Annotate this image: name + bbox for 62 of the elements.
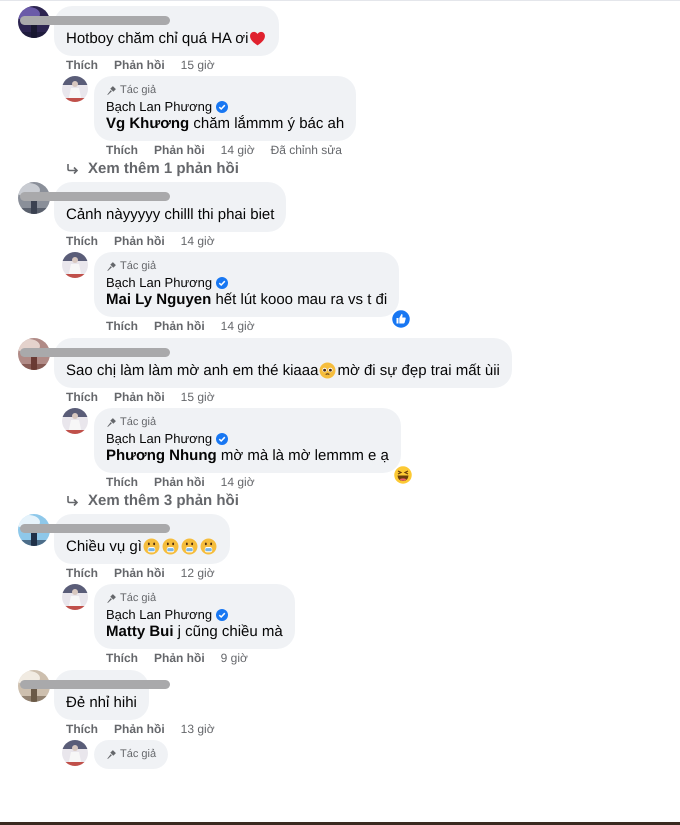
author-name[interactable]: Bạch Lan Phương (106, 99, 212, 114)
like-link[interactable]: Thích (106, 143, 138, 157)
timestamp: 15 giờ (180, 58, 215, 72)
like-link[interactable]: Thích (66, 722, 98, 736)
timestamp: 12 giờ (180, 566, 215, 580)
reply-link[interactable]: Phản hồi (114, 390, 165, 404)
like-link[interactable]: Thích (106, 651, 138, 665)
reply-link[interactable]: Phản hồi (114, 566, 165, 580)
timestamp: 13 giờ (180, 722, 215, 736)
reply-link[interactable]: Phản hồi (114, 234, 165, 248)
like-link[interactable]: Thích (66, 234, 98, 248)
like-link[interactable]: Thích (66, 566, 98, 580)
reply-arrow-icon (66, 162, 80, 174)
view-more-replies-link[interactable]: Xem thêm 3 phản hồi (66, 492, 680, 509)
timestamp: 14 giờ (180, 234, 215, 248)
author-label: Tác giả (120, 416, 156, 428)
author-label: Tác giả (120, 84, 156, 96)
reply-text: Matty Bui j cũng chiều mà (106, 622, 283, 641)
author-name[interactable]: Bạch Lan Phương (106, 275, 212, 290)
heart-icon (249, 30, 266, 47)
face-with-hand-icon (162, 538, 179, 555)
face-with-hand-icon (142, 538, 160, 555)
comment-text: Đẻ nhỉ hihi (66, 693, 137, 712)
comment-text: mờ đi sự đẹp trai mất ùii (337, 361, 500, 380)
reply-text: Mai Ly Nguyen hết lút kooo mau ra vs t đi (106, 290, 388, 309)
comment-text: Sao chị làm làm mờ anh em thé kiaaa (66, 361, 318, 380)
reply-link[interactable]: Phản hồi (114, 58, 165, 72)
reply-arrow-icon (66, 494, 80, 506)
reply-link[interactable]: Phản hồi (154, 143, 205, 157)
timestamp: 15 giờ (180, 390, 215, 404)
reply-text: Vg Khương chăm lắmmm ý bác ah (106, 114, 344, 133)
microphone-icon (106, 84, 117, 96)
reply-link[interactable]: Phản hồi (114, 722, 165, 736)
reply-link[interactable]: Phản hồi (154, 475, 205, 489)
like-link[interactable]: Thích (106, 319, 138, 333)
microphone-icon (106, 416, 117, 428)
timestamp: 14 giờ (220, 475, 255, 489)
reply-link[interactable]: Phản hồi (154, 651, 205, 665)
face-with-hand-icon (180, 538, 198, 555)
microphone-icon (106, 592, 117, 604)
author-name[interactable]: Bạch Lan Phương (106, 431, 212, 446)
comment-text: Cảnh nàyyyyy chilll thi phai biet (66, 205, 274, 224)
author-label: Tác giả (120, 748, 156, 760)
face-with-hand-icon (200, 538, 217, 555)
author-label: Tác giả (120, 592, 156, 604)
reply-link[interactable]: Phản hồi (154, 319, 205, 333)
like-link[interactable]: Thích (66, 58, 98, 72)
like-link[interactable]: Thích (106, 475, 138, 489)
microphone-icon (106, 260, 117, 272)
author-name[interactable]: Bạch Lan Phương (106, 607, 212, 622)
microphone-icon (106, 748, 117, 760)
reply-text: Phương Nhung mờ mà là mờ lemmm e ạ (106, 446, 389, 465)
author-label: Tác giả (120, 260, 156, 272)
timestamp: 14 giờ (220, 143, 255, 157)
like-link[interactable]: Thích (66, 390, 98, 404)
timestamp: 14 giờ (220, 319, 255, 333)
timestamp: 9 giờ (220, 651, 248, 665)
comment-text: Chiều vụ gì (66, 537, 142, 556)
view-more-replies-link[interactable]: Xem thêm 1 phản hồi (66, 160, 680, 177)
comment-text: Hotboy chăm chỉ quá HA ơi (66, 29, 248, 48)
edited-label: Đã chỉnh sửa (270, 143, 342, 157)
pleading-face-icon (319, 362, 336, 379)
